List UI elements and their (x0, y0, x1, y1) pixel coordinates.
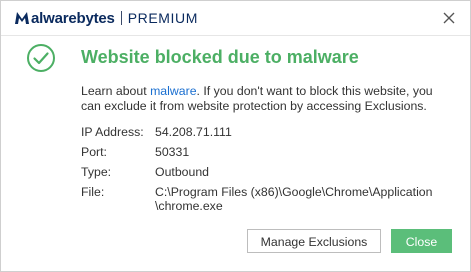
type-value: Outbound (155, 165, 210, 179)
details-list: IP Address: 54.208.71.111 Port: 50331 Ty… (81, 125, 445, 219)
close-button[interactable]: Close (391, 229, 452, 253)
logo-separator (120, 11, 122, 25)
malwarebytes-logo-icon (15, 12, 29, 24)
file-label: File: (81, 185, 105, 199)
ip-label: IP Address: (81, 125, 144, 139)
title-divider (1, 35, 470, 36)
brand-tier: PREMIUM (127, 10, 198, 26)
close-icon[interactable] (440, 9, 458, 27)
brand-name: alwarebytes (31, 9, 115, 27)
file-value: C:\Program Files (x86)\Google\Chrome\App… (155, 185, 445, 213)
ip-value: 54.208.71.111 (155, 125, 232, 139)
detail-row-port: Port: 50331 (81, 145, 445, 159)
alert-message: Learn about malware. If you don't want t… (81, 84, 453, 114)
detail-row-ip: IP Address: 54.208.71.111 (81, 125, 445, 139)
title-bar: alwarebytes PREMIUM (1, 1, 470, 35)
alert-dialog: alwarebytes PREMIUM Website blocked due … (0, 0, 471, 272)
file-path-line2: \chrome.exe (155, 199, 223, 213)
manage-exclusions-button[interactable]: Manage Exclusions (247, 229, 381, 253)
malware-link[interactable]: malware (150, 84, 196, 98)
port-label: Port: (81, 145, 107, 159)
alert-headline: Website blocked due to malware (81, 47, 359, 67)
file-path-line1: C:\Program Files (x86)\Google\Chrome\App… (155, 185, 433, 199)
port-value: 50331 (155, 145, 190, 159)
detail-row-type: Type: Outbound (81, 165, 445, 179)
message-prefix: Learn about (81, 84, 151, 98)
brand-logo: alwarebytes PREMIUM (14, 9, 198, 27)
checkmark-circle-icon (27, 44, 55, 72)
detail-row-file: File: C:\Program Files (x86)\Google\Chro… (81, 185, 445, 213)
type-label: Type: (81, 165, 112, 179)
